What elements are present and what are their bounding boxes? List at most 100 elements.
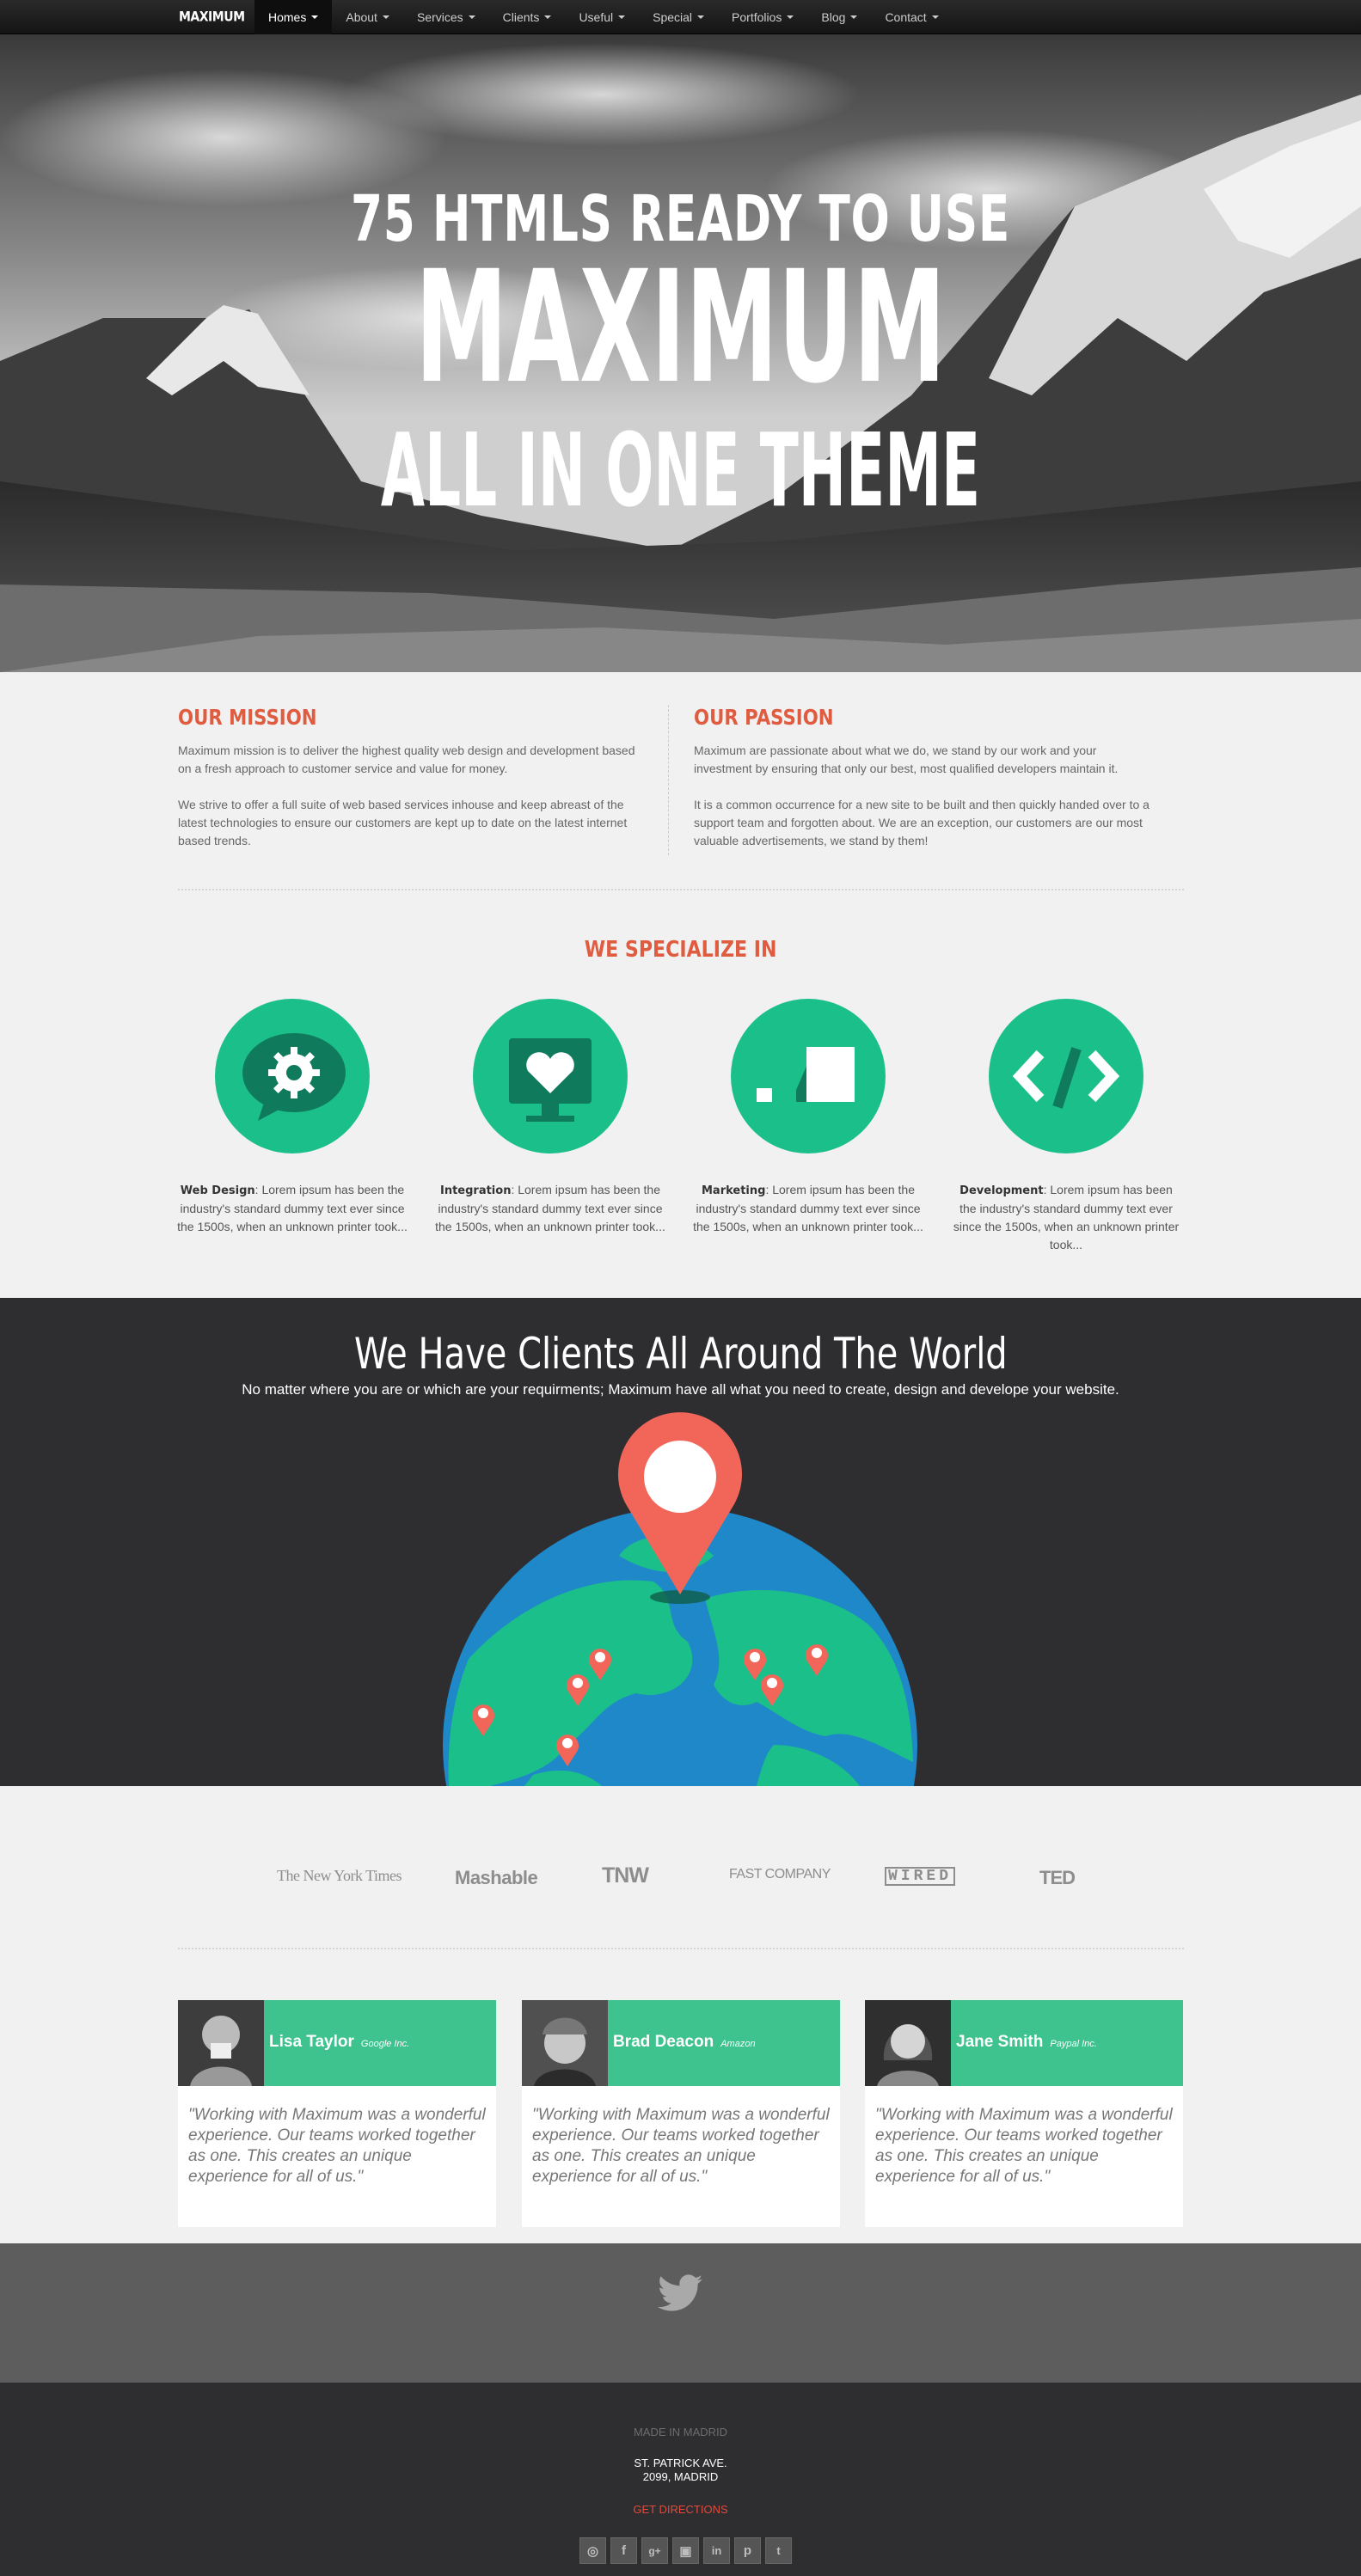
fast-company-logo[interactable]: FAST COMPANY [729,1867,831,1882]
testimonial-quote: "Working with Maximum was a wonderful ex… [875,2106,1173,2186]
footer-address: ST. PATRICK AVE. 2099, MADRID [0,2457,1361,2484]
dribbble-icon[interactable]: ◎ [579,2537,606,2564]
service-text: Development: Lorem ipsum has been the in… [950,1181,1182,1254]
mission-title: OUR MISSION [178,705,317,730]
service-integration: Integration: Lorem ipsum has been the in… [434,999,666,1236]
nav-item-homes[interactable]: Homes [254,0,333,34]
clients-world-section: We Have Clients All Around The World No … [0,1298,1361,1786]
nav-item-contact[interactable]: Contact [871,0,952,34]
nav-label: Special [653,10,693,24]
company-name: Google Inc. [360,2039,410,2049]
caret-down-icon [697,15,705,19]
linkedin-icon[interactable]: in [703,2537,730,2564]
avatar [178,2000,264,2086]
specialize-title-text: WE SPECIALIZE IN [584,937,777,963]
service-title: Development [959,1184,1044,1197]
testimonial-card: Lisa Taylor Google Inc. "Working with Max… [178,2000,496,2227]
person-name: Lisa Taylor [269,2033,354,2051]
mission-text-2: We strive to offer a full suite of web b… [178,798,628,847]
passion-text-2: It is a common occurrence for a new site… [694,798,1149,847]
testimonial-header: Lisa Taylor Google Inc. [178,2000,496,2086]
mission-column: OUR MISSION Maximum mission is to delive… [178,705,642,868]
google-plus-icon[interactable]: g+ [641,2537,668,2564]
avatar [522,2000,608,2086]
twitter-icon[interactable]: t [765,2537,792,2564]
monitor-heart-icon[interactable] [473,999,628,1153]
testimonial-quote: "Working with Maximum was a wonderful ex… [188,2106,486,2186]
caret-down-icon [850,15,858,19]
web-design-icon[interactable] [215,999,370,1153]
column-divider [668,705,669,855]
service-web-design: Web Design: Lorem ipsum has been the ind… [176,999,408,1236]
mission-section: OUR MISSION Maximum mission is to delive… [0,672,1361,896]
wired-logo[interactable]: WIRED [885,1867,956,1886]
passion-title: OUR PASSION [694,705,834,730]
avatar [865,2000,951,2086]
footer: MADE IN MADRID ST. PATRICK AVE. 2099, MA… [0,2383,1361,2576]
address-line-1: ST. PATRICK AVE. [634,2457,727,2469]
marketing-icon[interactable] [731,999,886,1153]
top-navbar: MAXIMUM Homes About Services Clients Use… [0,0,1361,34]
twitter-section [0,2243,1361,2383]
service-title: Web Design [180,1184,255,1197]
testimonial-quote: "Working with Maximum was a wonderful ex… [532,2106,830,2186]
caret-down-icon [382,15,389,19]
service-marketing: Marketing: Lorem ipsum has been the indu… [692,999,924,1236]
testimonial-name: Jane Smith Paypal Inc. [956,2033,1097,2052]
passion-column: OUR PASSION Maximum are passionate about… [694,705,1158,868]
globe-illustration [443,1412,917,1786]
nav-item-useful[interactable]: Useful [565,0,639,34]
service-title: Marketing [701,1184,766,1197]
company-name: Amazon [720,2039,756,2049]
caret-down-icon [931,15,939,19]
testimonial-name: Brad Deacon Amazon [613,2033,756,2052]
footer-made-in: MADE IN MADRID [633,2426,728,2438]
brand-logo[interactable]: MAXIMUM [179,9,245,25]
specialize-section: WE SPECIALIZE IN Web Design: Lorem ipsum… [0,894,1361,1298]
mashable-logo[interactable]: Mashable [455,1867,538,1889]
nav-label: Services [416,10,463,24]
caret-down-icon [544,15,552,19]
testimonial-header: Jane Smith Paypal Inc. [865,2000,1183,2086]
nav-item-blog[interactable]: Blog [807,0,871,34]
testimonial-name: Lisa Taylor Google Inc. [269,2033,409,2052]
nav-menu: Homes About Services Clients Useful Spec… [254,0,953,34]
nyt-logo[interactable]: The New York Times [277,1867,402,1885]
get-directions-link[interactable]: GET DIRECTIONS [0,2503,1361,2516]
testimonials-section: Lisa Taylor Google Inc. "Working with Max… [0,1949,1361,2243]
nav-label: Portfolios [732,10,782,24]
code-icon[interactable] [989,999,1143,1153]
hero-line-2: MAXIMUM [414,238,947,418]
tnw-logo[interactable]: TNW [602,1863,649,1888]
press-logos-section: The New York Times Mashable TNW FAST COM… [0,1786,1361,1949]
person-name: Brad Deacon [613,2033,714,2051]
section-divider [178,889,1184,890]
nav-item-services[interactable]: Services [403,0,489,34]
company-name: Paypal Inc. [1050,2039,1097,2049]
nav-label: Contact [885,10,927,24]
nav-item-about[interactable]: About [332,0,403,34]
nav-label: About [346,10,377,24]
nav-item-clients[interactable]: Clients [489,0,566,34]
testimonial-card: Jane Smith Paypal Inc. "Working with Maxi… [865,2000,1183,2227]
service-text: Marketing: Lorem ipsum has been the indu… [692,1181,924,1236]
pinterest-icon[interactable]: p [734,2537,761,2564]
caret-down-icon [468,15,475,19]
nav-label: Homes [268,10,307,24]
facebook-icon[interactable]: f [610,2537,637,2564]
specialize-title: WE SPECIALIZE IN [0,937,1361,963]
social-icons: ◎ f g+ ▣ in p t [579,2537,792,2564]
nav-item-special[interactable]: Special [639,0,718,34]
nav-item-portfolios[interactable]: Portfolios [718,0,807,34]
ted-logo[interactable]: TED [1039,1867,1076,1889]
testimonial-header: Brad Deacon Amazon [522,2000,840,2086]
twitter-bird-icon[interactable] [658,2274,702,2312]
address-line-2: 2099, MADRID [642,2470,719,2483]
service-development: Development: Lorem ipsum has been the in… [950,999,1182,1254]
mission-text-1: Maximum mission is to deliver the highes… [178,743,635,775]
testimonial-card: Brad Deacon Amazon "Working with Maximum … [522,2000,840,2227]
nav-label: Blog [821,10,846,24]
person-name: Jane Smith [956,2033,1044,2051]
instagram-icon[interactable]: ▣ [672,2537,699,2564]
hero-line-3: ALL IN ONE THEME [380,411,981,529]
